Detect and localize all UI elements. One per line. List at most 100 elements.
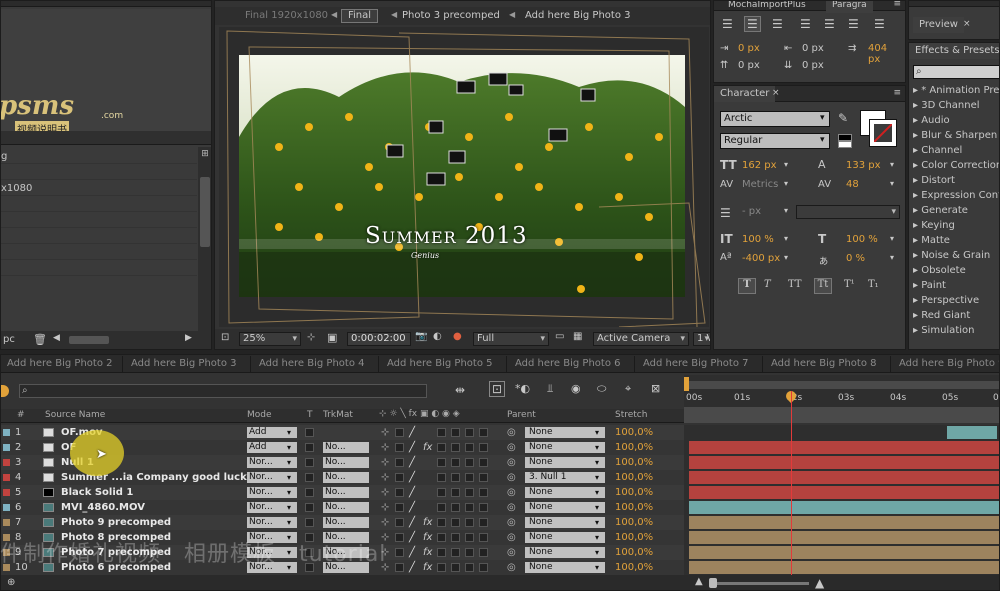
timecode-field[interactable]: 0:00:02:00 [347,332,411,346]
breadcrumb-final[interactable]: Final [341,9,379,23]
effects-category[interactable]: ▸ Paint [913,278,946,293]
draft3d-icon[interactable]: ⊡ [489,381,506,397]
switch-quality-icon[interactable]: ╱ [409,545,415,560]
layer-duration-bar[interactable] [689,501,999,514]
faux-bold-button[interactable]: T [738,278,756,294]
switch-box[interactable] [465,473,474,482]
stretch-value[interactable]: 100,0% [615,500,653,515]
superscript-button[interactable]: T¹ [844,279,855,290]
tab-comp[interactable]: Add here Big Photo 4 [253,356,379,372]
preserve-transparency-box[interactable] [305,443,314,452]
tab-comp[interactable]: Add here Big Photo 6 [509,356,635,372]
switch-box[interactable] [465,518,474,527]
scroll-thumb[interactable] [200,177,210,247]
switch-fx-icon[interactable]: fx [423,545,432,560]
font-style-select[interactable]: Regular [720,133,830,149]
parent-dropdown[interactable]: None [525,517,605,528]
layer-name[interactable]: MVI_4860.MOV [61,500,145,515]
switch-quality-icon[interactable]: ╱ [409,470,415,485]
switch-shy-icon[interactable]: ⊹ [381,440,389,455]
work-area-bar[interactable] [688,381,999,389]
switch-quality-icon[interactable]: ╱ [409,560,415,575]
stretch-value[interactable]: 100,0% [615,560,653,575]
vscale-value[interactable]: 100 % [742,234,774,245]
effects-category[interactable]: ▸ Blur & Sharpen [913,128,997,143]
bpc-label[interactable]: pc [3,334,15,345]
switch-box[interactable] [437,488,446,497]
comp-flowchart-icon[interactable]: ⇹ [455,383,465,397]
preserve-transparency-box[interactable] [305,518,314,527]
tsume-value[interactable]: 0 % [846,253,865,264]
layer-row[interactable]: 6 MVI_4860.MOV Nor... ▾ No... ⊹ ╱ ◎ None… [1,500,684,515]
black-swatch[interactable] [838,134,852,141]
tab-comp[interactable]: Add here Big Photo 8 [765,356,891,372]
switch-collapse-box[interactable] [395,533,404,542]
label-color-swatch[interactable] [3,519,10,526]
stretch-value[interactable]: 100,0% [615,530,653,545]
parent-dropdown[interactable]: None [525,562,605,573]
pick-whip-icon[interactable]: ◎ [507,455,516,470]
switch-box[interactable] [479,458,488,467]
eyedropper-icon[interactable]: ✎ [838,111,848,125]
project-row[interactable] [1,261,197,276]
switch-quality-icon[interactable]: ╱ [409,440,415,455]
stretch-value[interactable]: 100,0% [615,425,653,440]
switch-box[interactable] [451,548,460,557]
parent-dropdown[interactable]: None [525,547,605,558]
layer-duration-bar[interactable] [689,456,999,469]
label-color-swatch[interactable] [3,444,10,451]
baseline-value[interactable]: -400 px [742,253,780,264]
switch-box[interactable] [437,548,446,557]
views-dropdown[interactable]: 1 V [693,332,710,346]
switch-box[interactable] [451,503,460,512]
space-before-value[interactable]: 0 px [738,60,760,71]
mode-dropdown-arrow-icon[interactable]: ▾ [287,485,291,500]
pick-whip-icon[interactable]: ◎ [507,440,516,455]
align-right-icon[interactable]: ☰ [772,17,783,31]
hscale-value[interactable]: 100 % [846,234,878,245]
pick-whip-icon[interactable]: ◎ [507,485,516,500]
align-center-icon[interactable]: ☰ [744,16,761,32]
switch-box[interactable] [479,518,488,527]
justify-left-icon[interactable]: ☰ [800,17,811,31]
layer-duration-bar[interactable] [689,441,999,454]
small-caps-button[interactable]: Tt [814,278,832,294]
leading-value[interactable]: 133 px [846,160,881,171]
label-color-swatch[interactable] [3,429,10,436]
trkmat-dropdown[interactable] [323,427,369,438]
expand-collapse-icon[interactable]: ⊕ [7,577,15,588]
trash-icon[interactable]: 🗑 [33,333,47,346]
switch-box[interactable] [451,428,460,437]
switch-shy-icon[interactable]: ⊹ [381,425,389,440]
transparency-grid-icon[interactable]: ▦ [573,331,582,342]
switch-box[interactable] [479,488,488,497]
grid-icon[interactable]: ⊹ [307,332,315,343]
tab-comp[interactable]: Add here Big Photo 5 [381,356,507,372]
effects-search-input[interactable]: ⌕ [913,65,999,79]
switch-fx-icon[interactable]: fx [423,560,432,575]
project-row[interactable]: x1080 [1,181,197,196]
switch-box[interactable] [451,518,460,527]
parent-dropdown-arrow-icon[interactable]: ▾ [595,455,599,470]
preserve-transparency-box[interactable] [305,473,314,482]
camera-dropdown[interactable]: Active Camera [593,332,689,346]
stretch-value[interactable]: 100,0% [615,440,653,455]
kerning-value[interactable]: Metrics [742,179,778,190]
switch-quality-icon[interactable]: ╱ [409,455,415,470]
switch-box[interactable] [451,443,460,452]
layer-duration-bar[interactable] [689,546,999,559]
resolution-dropdown[interactable]: Full [473,332,549,346]
col-trkmat[interactable]: TrkMat [323,410,353,420]
effects-category[interactable]: ▸ Keying [913,218,955,233]
stretch-value[interactable]: 100,0% [615,545,653,560]
effects-category[interactable]: ▸ Color Correction [913,158,999,173]
motion-blur-icon[interactable]: ◉ [571,382,581,395]
switch-quality-icon[interactable]: ╱ [409,485,415,500]
switch-box[interactable] [451,533,460,542]
layer-search-input[interactable]: ⌕ [19,384,427,398]
switch-fx-icon[interactable]: fx [423,515,432,530]
justify-all-icon[interactable]: ☰ [874,17,885,31]
justify-right-icon[interactable]: ☰ [848,17,859,31]
tab-preview[interactable]: Preview [913,17,964,33]
label-color-swatch[interactable] [3,504,10,511]
